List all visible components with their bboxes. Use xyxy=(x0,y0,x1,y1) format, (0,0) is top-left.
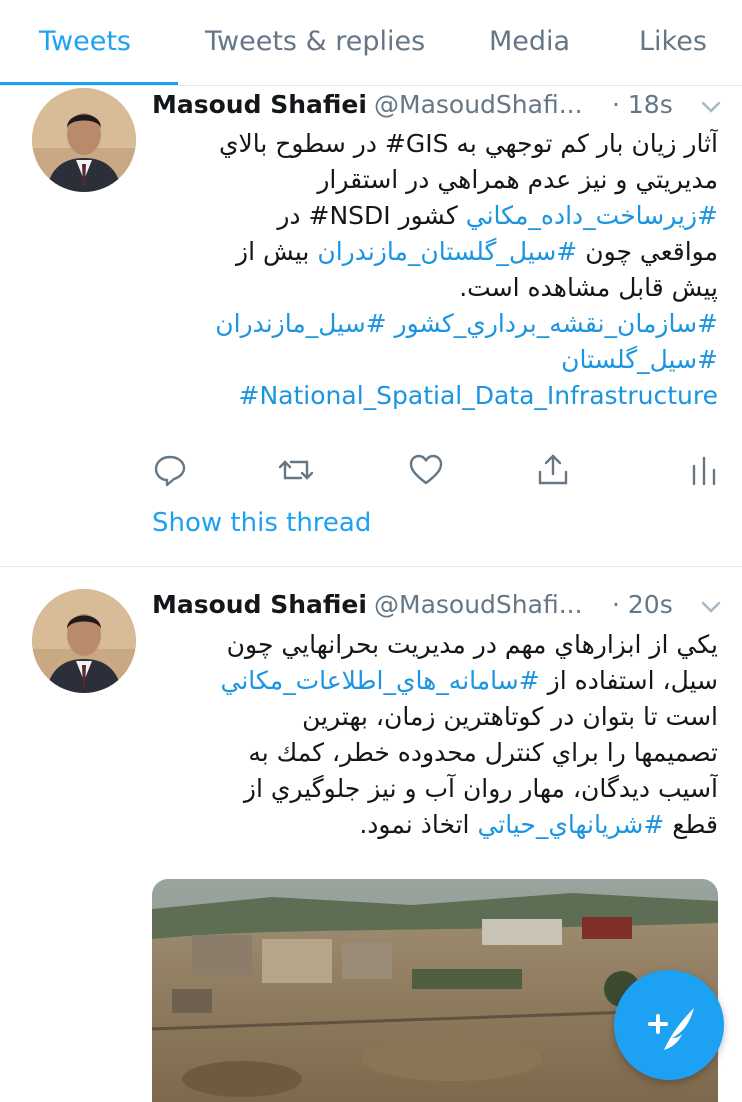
author-handle[interactable]: @MasoudShafi... xyxy=(374,590,583,619)
tweet-text-line: #زيرساخت_داده_مكاني كشور NSDI# در xyxy=(152,198,718,234)
author-name[interactable]: Masoud Shafiei xyxy=(152,590,367,619)
hashtag-link[interactable]: #National_Spatial_Data_Infrastructure xyxy=(239,381,718,410)
tweet-header: Masoud Shafiei @MasoudShafi... · 18s xyxy=(152,90,722,126)
tweet-text-segment: قطع xyxy=(664,810,718,839)
tweet-text-segment: پيش قابل مشاهده است. xyxy=(459,273,718,302)
compose-tweet-icon xyxy=(614,970,724,1080)
tweet-text-line: تصميمها را براي كنترل محدوده خطر، كمك به xyxy=(152,735,718,771)
hashtag-link[interactable]: #سيل_گلستان xyxy=(561,345,718,374)
show-thread-link[interactable]: Show this thread xyxy=(152,508,371,538)
tweet-text-segment: اتخاذ نمود. xyxy=(359,810,478,839)
tweet-timestamp[interactable]: · 18s xyxy=(612,90,673,119)
compose-tweet-button[interactable] xyxy=(614,970,724,1080)
avatar[interactable] xyxy=(32,589,136,693)
tweet-text-line: قطع #شريانهاي_حياتي اتخاذ نمود. xyxy=(152,807,718,843)
author-handle[interactable]: @MasoudShafi... xyxy=(374,90,583,119)
tweet-text-segment: يكي از ابزارهاي مهم در مديريت بحرانهايي … xyxy=(226,630,718,659)
tweet-text-line: آثار زيان بار كم توجهي به GIS# در سطوح ب… xyxy=(152,126,718,162)
hashtag-link[interactable]: #زيرساخت_داده_مكاني xyxy=(466,201,718,230)
tweet-text-segment: كشور NSDI# در xyxy=(277,201,466,230)
retweet-icon[interactable] xyxy=(277,452,314,488)
tweet-header: Masoud Shafiei @MasoudShafi... · 20s xyxy=(152,590,722,626)
tweet-text-line: آسيب ديدگان، مهار روان آب و نيز جلوگيري … xyxy=(152,771,718,807)
tweet-text-segment: مواقعي چون xyxy=(577,237,718,266)
chevron-down-icon[interactable] xyxy=(700,96,722,118)
tweet-actions xyxy=(152,452,718,492)
reply-icon[interactable] xyxy=(152,452,188,488)
tweet-text-line: پيش قابل مشاهده است. xyxy=(152,270,718,306)
share-icon[interactable] xyxy=(535,452,571,488)
tweet-text-line: #سازمان_نقشه_برداري_كشور #سيل_مازندران xyxy=(152,306,718,342)
hashtag-link[interactable]: #شريانهاي_حياتي xyxy=(477,810,664,839)
tweet-text-segment: آسيب ديدگان، مهار روان آب و نيز جلوگيري … xyxy=(243,774,718,803)
tweet-text-segment: تصميمها را براي كنترل محدوده خطر، كمك به xyxy=(248,738,718,767)
tweet-text-segment: بيش از xyxy=(236,237,318,266)
tweet-text-line: مواقعي چون #سيل_گلستان_مازندران بيش از xyxy=(152,234,718,270)
tweet-text-segment: است تا بتوان در كوتاهترين زمان، بهترين xyxy=(302,702,718,731)
tweet-text-segment: سيل، استفاده از xyxy=(539,666,718,695)
hashtag-link[interactable]: #سازمان_نقشه_برداري_كشور #سيل_مازندران xyxy=(215,309,718,338)
tweet-text-line: #سيل_گلستان xyxy=(152,342,718,378)
avatar[interactable] xyxy=(32,88,136,192)
tweet-text-segment: مديريتي و نيز عدم همراهي در استقرار xyxy=(317,165,718,194)
like-icon[interactable] xyxy=(408,452,444,488)
analytics-icon[interactable] xyxy=(686,452,722,488)
tweet[interactable]: Masoud Shafiei @MasoudShafi... · 18s آثا… xyxy=(0,0,742,566)
tweet-text-line: #National_Spatial_Data_Infrastructure xyxy=(152,378,718,414)
tweet-text-line: يكي از ابزارهاي مهم در مديريت بحرانهايي … xyxy=(152,627,718,663)
tweet-text-line: مديريتي و نيز عدم همراهي در استقرار xyxy=(152,162,718,198)
hashtag-link[interactable]: #سيل_گلستان_مازندران xyxy=(317,237,577,266)
tweet-text-line: است تا بتوان در كوتاهترين زمان، بهترين xyxy=(152,699,718,735)
tweet-text: آثار زيان بار كم توجهي به GIS# در سطوح ب… xyxy=(152,126,718,414)
chevron-down-icon[interactable] xyxy=(700,596,722,618)
tweet-text-line: سيل، استفاده از #سامانه_هاي_اطلاعات_مكان… xyxy=(152,663,719,699)
tweet-text-segment: آثار زيان بار كم توجهي به GIS# در سطوح ب… xyxy=(218,129,718,158)
tweet-timestamp[interactable]: · 20s xyxy=(612,590,673,619)
author-name[interactable]: Masoud Shafiei xyxy=(152,90,367,119)
tweet-text: يكي از ابزارهاي مهم در مديريت بحرانهايي … xyxy=(152,627,719,843)
hashtag-link[interactable]: #سامانه_هاي_اطلاعات_مكاني xyxy=(221,666,540,695)
